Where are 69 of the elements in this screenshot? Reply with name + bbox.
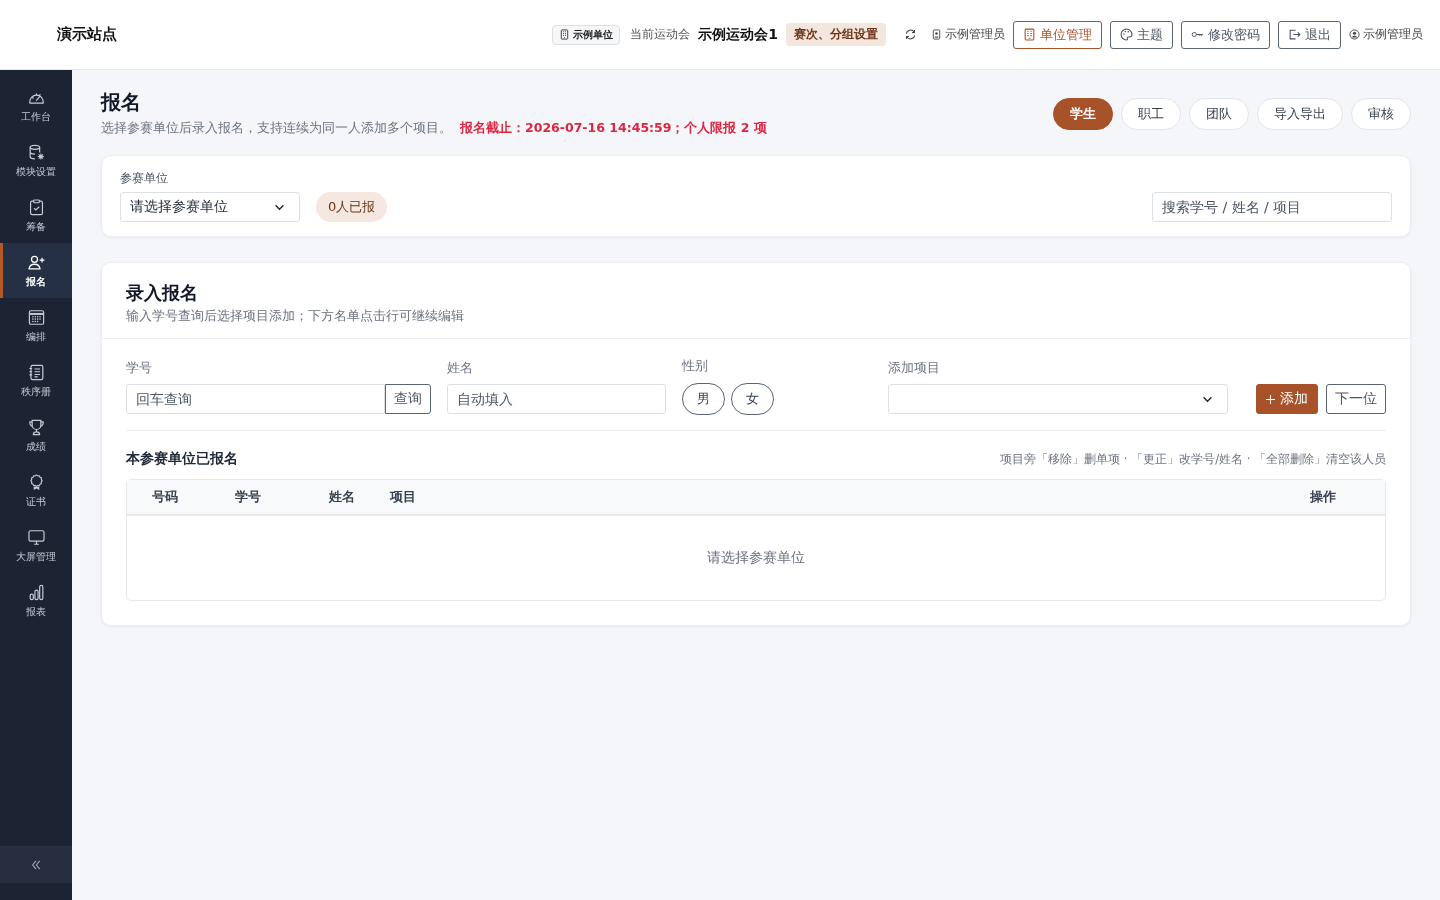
field-label: 添加项目 xyxy=(888,359,941,377)
sidebar-item[interactable]: 报名 xyxy=(0,243,72,298)
add-button[interactable]: 添加 xyxy=(1256,384,1318,414)
section-subtitle: 输入学号查询后选择项目添加；下方名单点击行可继续编辑 xyxy=(126,308,465,325)
field-label: 性别 xyxy=(682,357,709,375)
category-tab[interactable]: 导入导出 xyxy=(1257,98,1343,130)
column-header: 操作 xyxy=(1310,488,1337,506)
category-tab[interactable]: 职工 xyxy=(1121,98,1181,130)
current-meet-label: 当前运动会 xyxy=(630,26,691,43)
id-badge-icon xyxy=(931,29,942,40)
field-label: 参赛单位 xyxy=(120,170,169,187)
search-field[interactable]: 搜索学号 / 姓名 / 项目 xyxy=(1152,192,1392,222)
meet-settings-button[interactable]: 赛次、分组设置 xyxy=(786,23,886,46)
sidebar-item[interactable]: 编排 xyxy=(0,298,72,353)
building-icon xyxy=(1023,28,1036,41)
deadline-notice: 报名截止：2026-07-16 14:45:59；个人限报 2 项 xyxy=(460,119,767,137)
column-header: 学号 xyxy=(235,488,262,506)
column-header: 姓名 xyxy=(329,488,356,506)
page-subtitle: 选择参赛单位后录入报名，支持连续为同一人添加多个项目。 xyxy=(101,119,452,137)
user-name: 示例管理员 xyxy=(1363,26,1423,43)
header-button[interactable]: 单位管理 xyxy=(1013,20,1102,49)
help-text: 项目旁「移除」删单项 · 「更正」改学号/姓名 · 「全部删除」清空该人员 xyxy=(1000,451,1386,467)
gender-option[interactable]: 女 xyxy=(731,383,774,415)
unit-name: 示例单位 xyxy=(573,27,614,42)
current-meet-name: 示例运动会1 xyxy=(698,25,778,44)
user-circle-icon xyxy=(1349,29,1360,40)
calendar-icon xyxy=(26,307,46,327)
monitor-icon xyxy=(26,527,46,547)
page-title: 报名 xyxy=(101,90,142,114)
sidebar-item[interactable]: 证书 xyxy=(0,463,72,518)
palette-icon xyxy=(1120,28,1133,41)
gender-option[interactable]: 男 xyxy=(682,383,725,415)
logout-icon xyxy=(1288,28,1301,41)
empty-message: 请选择参赛单位 xyxy=(707,549,805,567)
name-field[interactable]: 自动填入 xyxy=(447,384,666,414)
section-title: 本参赛单位已报名 xyxy=(126,450,238,468)
site-title: 演示站点 xyxy=(57,25,117,44)
chevron-down-icon xyxy=(274,203,285,211)
sidebar-item[interactable]: 工作台 xyxy=(0,78,72,133)
plus-icon xyxy=(1266,394,1275,404)
trophy-icon xyxy=(26,417,46,437)
student-id-field[interactable]: 回车查询 xyxy=(126,384,385,414)
unit-select[interactable]: 请选择参赛单位 xyxy=(120,192,300,222)
next-button[interactable]: 下一位 xyxy=(1326,384,1386,414)
chevron-down-icon xyxy=(1202,395,1213,403)
header-button[interactable]: 修改密码 xyxy=(1181,20,1270,49)
refresh-icon[interactable] xyxy=(904,28,917,41)
category-tab[interactable]: 团队 xyxy=(1189,98,1249,130)
admin-role: 示例管理员 xyxy=(945,26,1005,43)
notebook-icon xyxy=(26,362,46,382)
column-header: 项目 xyxy=(390,488,417,506)
building-icon xyxy=(559,29,571,40)
header-button[interactable]: 主题 xyxy=(1110,20,1173,49)
category-tab[interactable]: 学生 xyxy=(1053,98,1113,130)
sidebar-item[interactable]: 大屏管理 xyxy=(0,518,72,573)
sidebar-item[interactable]: 秩序册 xyxy=(0,353,72,408)
sidebar-item[interactable]: 筹备 xyxy=(0,188,72,243)
query-button[interactable]: 查询 xyxy=(385,384,431,414)
double-chevron-left-icon[interactable] xyxy=(31,858,41,871)
sidebar-item[interactable]: 报表 xyxy=(0,573,72,628)
header-button[interactable]: 退出 xyxy=(1278,20,1341,49)
field-label: 姓名 xyxy=(447,359,474,377)
count-badge: 0人已报 xyxy=(316,192,388,222)
column-header: 号码 xyxy=(151,488,179,506)
sidebar-item[interactable]: 成绩 xyxy=(0,408,72,463)
sidebar-item[interactable]: 模块设置 xyxy=(0,133,72,188)
category-tab[interactable]: 审核 xyxy=(1351,98,1411,130)
field-label: 学号 xyxy=(126,359,153,377)
section-title: 录入报名 xyxy=(126,282,199,304)
